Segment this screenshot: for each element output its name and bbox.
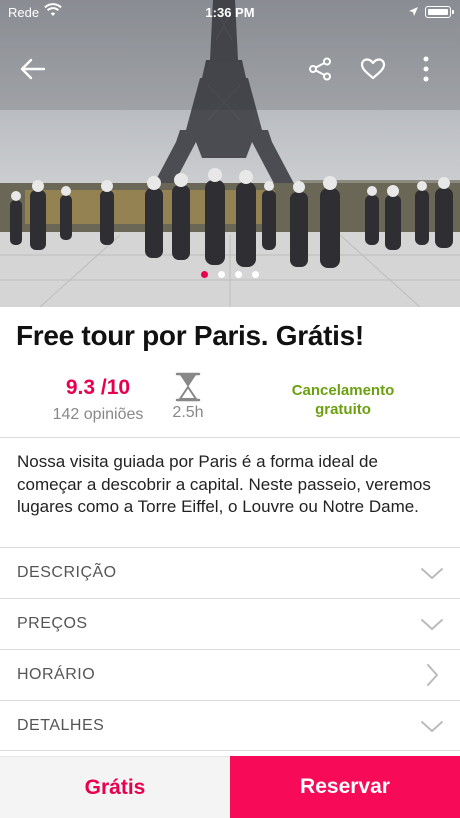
hourglass-icon [175, 372, 201, 402]
share-icon [309, 57, 331, 81]
back-button[interactable] [18, 54, 48, 84]
eiffel-tower-photo [0, 0, 460, 307]
more-options-button[interactable] [411, 54, 441, 84]
section-details[interactable]: DETALHES [0, 701, 460, 751]
chevron-right-icon [427, 664, 438, 686]
booking-bar: Grátis Reservar [0, 756, 460, 818]
chevron-down-icon [421, 619, 443, 630]
favorite-button[interactable] [358, 54, 388, 84]
price-button[interactable]: Grátis [0, 756, 230, 818]
pagination-dot-1[interactable] [201, 271, 208, 278]
tour-description: Nossa visita guiada por Paris é a forma … [17, 452, 431, 516]
location-arrow-icon [408, 5, 419, 20]
section-label: HORÁRIO [17, 666, 96, 683]
review-count: 142 opiniões [52, 406, 144, 423]
pagination-dot-3[interactable] [235, 271, 242, 278]
rating-score: 9.3 /10 [65, 376, 131, 399]
status-bar: Rede 1:36 PM [0, 0, 460, 24]
status-time: 1:36 PM [205, 5, 255, 20]
more-vertical-icon [423, 56, 429, 82]
chevron-down-icon [421, 721, 443, 732]
share-button[interactable] [305, 54, 335, 84]
tour-title: Free tour por Paris. Grátis! [16, 320, 364, 351]
section-label: PREÇOS [17, 615, 88, 632]
arrow-left-icon [20, 58, 46, 80]
section-description[interactable]: DESCRIÇÃO [0, 548, 460, 598]
book-button[interactable]: Reservar [230, 756, 460, 818]
pagination-dot-4[interactable] [252, 271, 259, 278]
tour-stats: 9.3 /10 142 opiniões 2.5h Cancelamento g… [0, 372, 460, 432]
hero-image[interactable] [0, 0, 460, 307]
duration-block: 2.5h [158, 372, 218, 422]
section-label: DESCRIÇÃO [17, 564, 117, 581]
pagination-dot-2[interactable] [218, 271, 225, 278]
rating-block[interactable]: 9.3 /10 142 opiniões [18, 376, 178, 424]
gallery-pagination[interactable] [0, 271, 460, 278]
heart-icon [360, 58, 386, 80]
duration-value: 2.5h [172, 404, 204, 421]
battery-icon [425, 6, 454, 18]
divider [0, 437, 460, 438]
section-schedule[interactable]: HORÁRIO [0, 650, 460, 700]
chevron-down-icon [421, 568, 443, 579]
section-prices[interactable]: PREÇOS [0, 599, 460, 649]
divider [0, 750, 460, 751]
free-cancellation-label: Cancelamento gratuito [291, 382, 395, 418]
section-label: DETALHES [17, 717, 105, 734]
